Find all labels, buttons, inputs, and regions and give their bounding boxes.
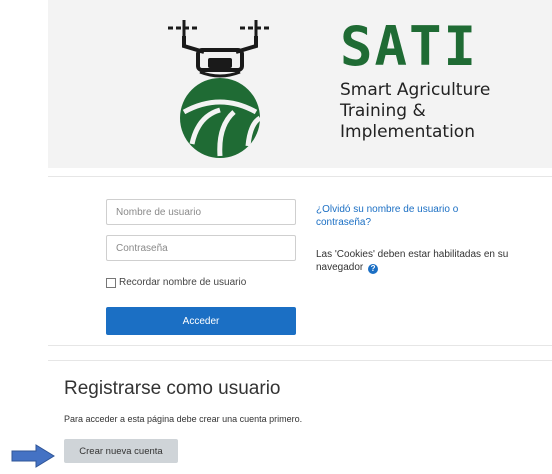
register-title: Registrarse como usuario [64, 378, 281, 399]
username-input[interactable] [106, 199, 296, 225]
register-text: Para acceder a esta página debe crear un… [64, 414, 303, 424]
login-card: Recordar nombre de usuario Acceder ¿Olvi… [48, 176, 552, 346]
arrow-right-icon [11, 444, 55, 468]
cookies-note-text: Las 'Cookies' deben estar habilitadas en… [316, 249, 509, 273]
password-input[interactable] [106, 235, 296, 261]
remember-label: Recordar nombre de usuario [119, 277, 247, 288]
create-account-button[interactable]: Crear nueva cuenta [64, 439, 178, 463]
logo-panel: SATI Smart Agriculture Training & Implem… [48, 0, 552, 168]
question-circle-icon[interactable]: ? [368, 264, 379, 274]
login-button[interactable]: Acceder [106, 307, 296, 335]
logo-tagline: Smart Agriculture Training & Implementat… [340, 80, 540, 143]
forgot-credentials-link[interactable]: ¿Olvidó su nombre de usuario o contraseñ… [316, 203, 506, 229]
register-card: Registrarse como usuario Para acceder a … [48, 360, 552, 474]
cookies-note: Las 'Cookies' deben estar habilitadas en… [316, 248, 516, 274]
remember-checkbox[interactable] [106, 277, 116, 288]
tagline-line-3: Implementation [340, 122, 475, 142]
drone-field-icon [168, 20, 272, 158]
tagline-line-1: Smart Agriculture [340, 80, 491, 100]
remember-username[interactable]: Recordar nombre de usuario [106, 277, 246, 288]
tagline-line-2: Training & [340, 101, 426, 121]
logo-wordmark: SATI [340, 15, 479, 78]
